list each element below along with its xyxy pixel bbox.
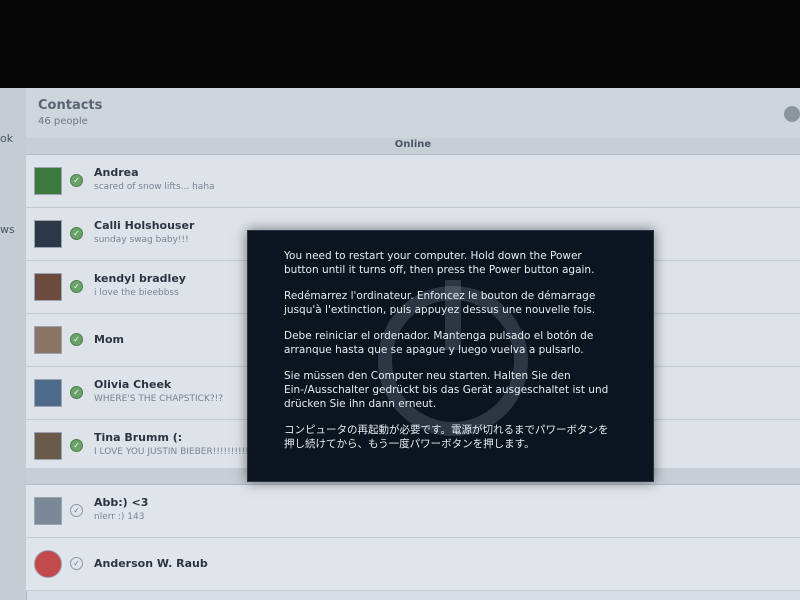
online-status-icon: ✓ <box>70 227 83 240</box>
toolbar-button[interactable] <box>784 106 800 122</box>
offline-contact-list: ✓ Abb:) <3 nlerr :) 143 ✓ Anderson W. Ra… <box>26 485 800 591</box>
online-status-icon: ✓ <box>70 333 83 346</box>
sidebar-label: ws <box>0 223 15 236</box>
contact-status-message: sunday swag baby!!! <box>94 235 189 245</box>
section-title: Online <box>394 139 432 150</box>
restart-messages: You need to restart your computer. Hold … <box>248 249 653 451</box>
restart-message-en: You need to restart your computer. Hold … <box>284 250 595 276</box>
online-status-icon: ✓ <box>70 386 83 399</box>
contact-status-message: scared of snow lifts... haha <box>94 182 215 192</box>
restart-message-es: Debe reiniciar el ordenador. Mantenga pu… <box>284 330 594 356</box>
contact-row[interactable]: ✓ Anderson W. Raub <box>26 538 800 591</box>
restart-message-de: Sie müssen den Computer neu starten. Hal… <box>284 370 609 410</box>
section-header-online: Online <box>26 138 800 155</box>
contact-status-message: nlerr :) 143 <box>94 512 145 522</box>
avatar <box>34 497 62 525</box>
contact-name: Tina Brumm (: <box>94 431 183 444</box>
avatar <box>34 273 62 301</box>
contact-name: Anderson W. Raub <box>94 557 208 570</box>
contact-status-message: I LOVE YOU JUSTIN BIEBER!!!!!!!!!! <box>94 447 249 457</box>
avatar <box>34 432 62 460</box>
avatar <box>34 167 62 195</box>
screen-bezel <box>0 0 800 88</box>
contact-name: kendyl bradley <box>94 272 186 285</box>
online-status-icon: ✓ <box>70 439 83 452</box>
contact-name: Abb:) <3 <box>94 496 149 509</box>
restart-message-ja: コンピュータの再起動が必要です。電源が切れるまでパワーボタンを押し続けてから、も… <box>284 424 609 450</box>
contact-name: Andrea <box>94 166 139 179</box>
restart-alert-dialog: You need to restart your computer. Hold … <box>247 230 654 482</box>
avatar <box>34 326 62 354</box>
offline-status-icon: ✓ <box>70 504 83 517</box>
contact-name: Olivia Cheek <box>94 378 172 391</box>
avatar <box>34 220 62 248</box>
sidebar-strip: ok ws <box>0 88 27 600</box>
contact-row[interactable]: ✓ Andrea scared of snow lifts... haha <box>26 155 800 208</box>
avatar <box>34 550 62 578</box>
avatar <box>34 379 62 407</box>
contacts-title: Contacts <box>38 98 103 113</box>
contact-status-message: i love the bieebbss <box>94 288 179 298</box>
contact-status-message: WHERE'S THE CHAPSTICK?!? <box>94 394 224 404</box>
sidebar-label: ok <box>0 132 14 145</box>
contacts-header: Contacts 46 people <box>26 88 800 139</box>
contact-name: Mom <box>94 333 124 346</box>
online-status-icon: ✓ <box>70 280 83 293</box>
restart-message-fr: Redémarrez l'ordinateur. Enfoncez le bou… <box>284 290 596 316</box>
contact-name: Calli Holshouser <box>94 219 195 232</box>
offline-status-icon: ✓ <box>70 557 83 570</box>
contacts-count: 46 people <box>38 116 88 127</box>
online-status-icon: ✓ <box>70 174 83 187</box>
contact-row[interactable]: ✓ Abb:) <3 nlerr :) 143 <box>26 485 800 538</box>
